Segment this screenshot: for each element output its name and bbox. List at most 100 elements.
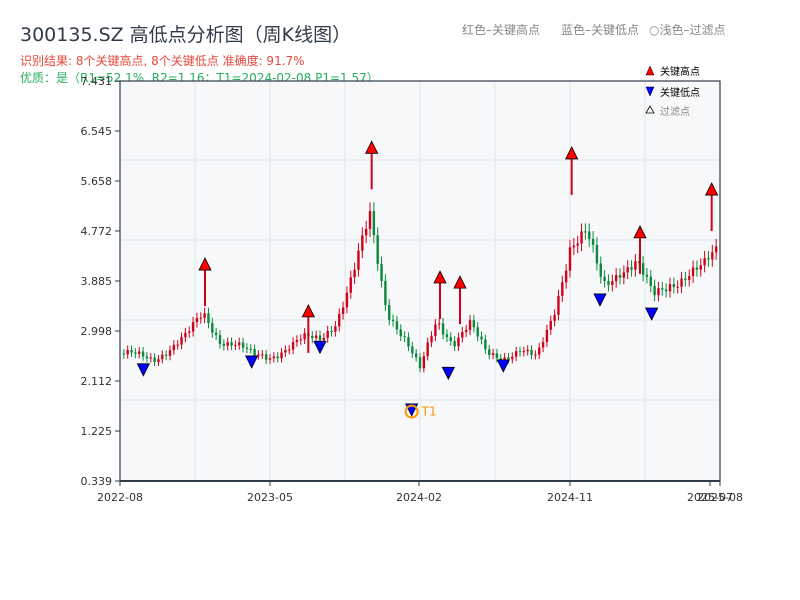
- candle-body: [464, 330, 468, 332]
- candle-body: [145, 356, 149, 359]
- candle-body: [626, 267, 629, 273]
- candle-body: [157, 359, 160, 362]
- candle-body: [630, 267, 633, 270]
- y-tick-label: 0.339: [81, 475, 113, 488]
- candle-body: [345, 292, 349, 308]
- candle-body: [222, 343, 226, 346]
- candle-body: [138, 351, 141, 354]
- candle-body: [276, 356, 279, 359]
- candle-body: [676, 286, 679, 288]
- y-tick-label: 7.431: [81, 75, 113, 88]
- candle-body: [526, 349, 529, 352]
- candle-body: [218, 335, 222, 344]
- candle-body: [599, 263, 602, 277]
- candle-body: [572, 245, 576, 248]
- candle-body: [249, 348, 252, 350]
- candle-body: [207, 313, 210, 324]
- candle-body: [588, 231, 591, 239]
- y-tick-label: 4.772: [81, 225, 113, 238]
- candle-body: [657, 288, 660, 296]
- candle-body: [422, 356, 426, 369]
- candle-body: [364, 228, 368, 236]
- candle-body: [314, 335, 318, 339]
- candle-body: [680, 278, 683, 287]
- candle-body: [518, 351, 522, 353]
- x-tick-label: 2023-05: [247, 491, 293, 504]
- candle-body: [426, 342, 429, 357]
- y-tick-label: 1.225: [81, 425, 113, 438]
- candle-body: [472, 320, 476, 328]
- candle-body: [161, 354, 164, 360]
- candle-body: [245, 347, 249, 349]
- candle-body: [576, 243, 579, 246]
- candle-body: [476, 327, 479, 337]
- candle-body: [545, 329, 549, 343]
- candle-body: [311, 335, 314, 339]
- candle-body: [557, 295, 560, 315]
- candle-body: [407, 337, 410, 347]
- candle-body: [699, 265, 702, 270]
- candle-body: [645, 274, 649, 277]
- candle-body: [614, 275, 618, 282]
- candle-body: [376, 235, 379, 264]
- candle-body: [534, 354, 537, 356]
- legend-high-icon: [645, 65, 655, 76]
- y-tick-label: 2.998: [81, 325, 113, 338]
- t1-label: T1: [421, 405, 437, 419]
- legend-label: 过滤点: [660, 105, 690, 118]
- candle-body: [553, 314, 556, 321]
- candle-body: [691, 267, 695, 277]
- candle-body: [122, 353, 126, 355]
- candle-body: [707, 258, 710, 260]
- candle-body: [253, 349, 256, 356]
- candle-body: [295, 340, 299, 343]
- candle-body: [595, 244, 599, 264]
- candle-body: [664, 289, 668, 292]
- candle-body: [241, 342, 245, 348]
- candle-body: [214, 332, 218, 336]
- candle-body: [688, 276, 691, 280]
- candle-body: [641, 263, 645, 275]
- candle-body: [561, 282, 564, 296]
- candle-body: [618, 275, 622, 278]
- candle-body: [649, 276, 652, 286]
- candle-body: [541, 342, 545, 348]
- candle-body: [714, 246, 718, 253]
- candle-body: [491, 353, 495, 355]
- candle-body: [461, 331, 464, 338]
- candle-body: [264, 354, 268, 360]
- candle-body: [288, 349, 291, 351]
- candle-body: [607, 281, 610, 285]
- candle-body: [191, 322, 195, 332]
- candle-body: [449, 337, 452, 341]
- candle-body: [414, 353, 418, 358]
- y-tick-label: 6.545: [81, 125, 113, 138]
- candle-body: [291, 342, 295, 350]
- candle-body: [234, 345, 237, 347]
- candle-body: [380, 263, 383, 281]
- candle-body: [672, 284, 676, 287]
- candle-body: [611, 281, 614, 285]
- candle-body: [430, 336, 433, 343]
- candle-body: [149, 357, 152, 359]
- candle-body: [480, 336, 483, 340]
- candle-body: [711, 252, 714, 260]
- candle-body: [661, 288, 664, 290]
- candlestick-chart: T1 0.339 1.225 2.112 2.998 3.885 4.772 5.658 6.5…: [81, 65, 743, 504]
- candle-body: [384, 280, 387, 305]
- candle-body: [511, 356, 514, 360]
- candle-body: [395, 321, 399, 330]
- candle-body: [322, 337, 326, 341]
- candle-body: [622, 272, 626, 278]
- candle-body: [361, 235, 364, 251]
- candle-body: [341, 307, 345, 314]
- candle-body: [168, 350, 172, 356]
- x-tick-label: 2024-11: [547, 491, 593, 504]
- candle-body: [488, 349, 491, 355]
- candle-body: [330, 330, 333, 332]
- candle-body: [272, 356, 276, 359]
- candle-body: [703, 258, 706, 266]
- candle-body: [238, 342, 241, 346]
- candle-body: [468, 320, 472, 331]
- candle-body: [568, 247, 572, 271]
